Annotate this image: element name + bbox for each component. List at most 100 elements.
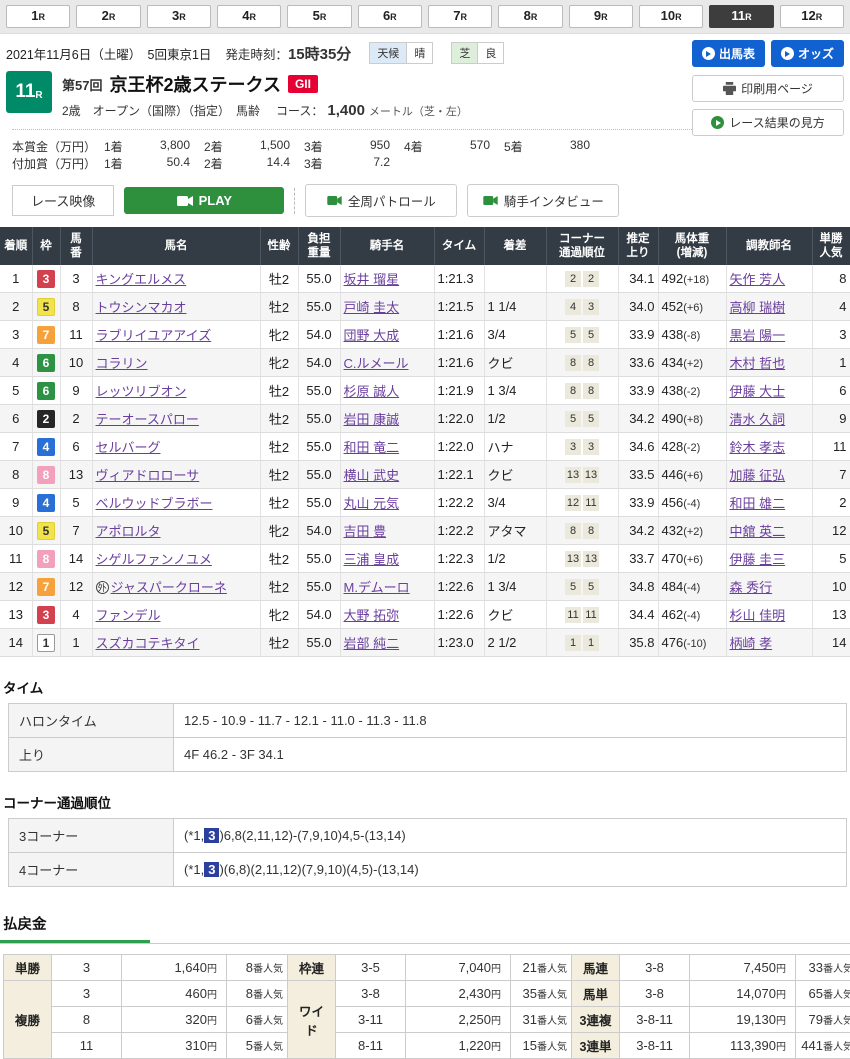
payout-combination: 3-8 <box>620 981 690 1007</box>
margin: クビ <box>484 461 546 489</box>
race-tab-7R[interactable]: 7R <box>428 5 492 28</box>
corner-positions: 11 <box>546 629 618 657</box>
trainer-name-link[interactable]: 和田 雄二 <box>730 496 786 511</box>
horse-name-link[interactable]: コラリン <box>96 356 148 371</box>
frame-badge: 4 <box>37 494 55 512</box>
horse-name-link[interactable]: スズカコテキタイ <box>96 636 200 651</box>
jockey-name-link[interactable]: 岩田 康誠 <box>344 412 400 427</box>
win-popularity: 10 <box>812 573 850 601</box>
corner-positions: 1111 <box>546 601 618 629</box>
horse-name-link[interactable]: ジャスパークローネ <box>111 580 227 595</box>
weight-value: 476 <box>662 635 684 650</box>
jockey-name-link[interactable]: 吉田 豊 <box>344 524 387 539</box>
jockey-name-link[interactable]: 戸崎 圭太 <box>344 300 400 315</box>
horse-name-link[interactable]: アポロルタ <box>96 524 161 539</box>
entry-table-button[interactable]: 出馬表 <box>692 40 765 67</box>
corner-position-badge: 5 <box>565 327 581 343</box>
jockey-name-link[interactable]: C.ルメール <box>344 356 409 371</box>
jockey-name-link[interactable]: 大野 拓弥 <box>344 608 400 623</box>
horse-name-link[interactable]: テーオースパロー <box>96 412 199 427</box>
horse-name-link[interactable]: トウシンマカオ <box>96 300 187 315</box>
race-tab-8R[interactable]: 8R <box>498 5 562 28</box>
results-column-header: 性齢 <box>260 227 298 265</box>
finish-time: 1:21.6 <box>434 349 484 377</box>
horse-name-link[interactable]: キングエルメス <box>96 272 187 287</box>
race-tab-6R[interactable]: 6R <box>358 5 422 28</box>
finish-position: 8 <box>0 461 32 489</box>
trainer-cell: 鈴木 孝志 <box>726 433 812 461</box>
patrol-video-button[interactable]: 全周パトロール <box>305 184 457 217</box>
horse-number: 3 <box>60 265 92 293</box>
trainer-name-link[interactable]: 清水 久詞 <box>730 412 786 427</box>
horse-name-link[interactable]: ファンデル <box>96 608 161 623</box>
win-popularity: 14 <box>812 629 850 657</box>
last-3f: 33.5 <box>618 461 658 489</box>
horse-name-link[interactable]: ヴィアドロローサ <box>96 468 200 483</box>
corner-position-badge: 2 <box>565 271 581 287</box>
popularity-suffix: 番人気 <box>537 1016 567 1027</box>
payout-amount: 2,250円 <box>406 1007 511 1033</box>
payout-popularity: 6番人気 <box>227 1007 288 1033</box>
race-tab-10R[interactable]: 10R <box>639 5 703 28</box>
finish-position: 4 <box>0 349 32 377</box>
time-row: 上り4F 46.2 - 3F 34.1 <box>9 738 847 772</box>
payout-amount: 320円 <box>122 1007 227 1033</box>
jockey-cell: 大野 拓弥 <box>340 601 434 629</box>
trainer-name-link[interactable]: 加藤 征弘 <box>730 468 786 483</box>
jockey-name-link[interactable]: 杉原 誠人 <box>344 384 400 399</box>
popularity-value: 8 <box>246 986 253 1001</box>
race-tab-2R[interactable]: 2R <box>76 5 140 28</box>
results-column-header: 枠 <box>32 227 60 265</box>
jockey-name-link[interactable]: M.デムーロ <box>344 580 410 595</box>
tab-suffix: R <box>816 12 823 22</box>
trainer-name-link[interactable]: 森 秀行 <box>730 580 773 595</box>
trainer-name-link[interactable]: 木村 哲也 <box>730 356 786 371</box>
corner-table: 3コーナー(*1,3)6,8(2,11,12)-(7,9,10)4,5-(13,… <box>8 818 847 887</box>
trainer-name-link[interactable]: 高柳 瑞樹 <box>730 300 786 315</box>
jockey-name-link[interactable]: 団野 大成 <box>344 328 400 343</box>
horse-name-link[interactable]: ラブリイユアアイズ <box>96 328 212 343</box>
play-button[interactable]: PLAY <box>124 187 284 214</box>
trainer-name-link[interactable]: 矢作 芳人 <box>730 272 786 287</box>
print-page-button[interactable]: 印刷用ページ <box>692 75 844 102</box>
horse-weight: 490(+8) <box>658 405 726 433</box>
race-tab-9R[interactable]: 9R <box>569 5 633 28</box>
race-tab-5R[interactable]: 5R <box>287 5 351 28</box>
horse-name-link[interactable]: セルバーグ <box>96 440 161 455</box>
trainer-name-link[interactable]: 鈴木 孝志 <box>730 440 786 455</box>
jockey-cell: 三浦 皇成 <box>340 545 434 573</box>
jockey-name-link[interactable]: 横山 武史 <box>344 468 400 483</box>
jockey-interview-button[interactable]: 騎手インタビュー <box>467 184 619 217</box>
bet-type-label: 3連単 <box>572 1033 620 1059</box>
trainer-name-link[interactable]: 中舘 英二 <box>730 524 786 539</box>
trainer-name-link[interactable]: 伊藤 大士 <box>730 384 786 399</box>
tab-suffix: R <box>179 12 186 22</box>
jockey-name-link[interactable]: 岩部 純二 <box>344 636 400 651</box>
race-tab-12R[interactable]: 12R <box>780 5 844 28</box>
weight-diff: (+6) <box>683 554 703 566</box>
jockey-cell: 戸崎 圭太 <box>340 293 434 321</box>
frame-badge: 4 <box>37 438 55 456</box>
race-tab-4R[interactable]: 4R <box>217 5 281 28</box>
trainer-name-link[interactable]: 杉山 佳明 <box>730 608 786 623</box>
tab-suffix: R <box>250 12 257 22</box>
yen-suffix: 円 <box>207 1042 217 1053</box>
jockey-name-link[interactable]: 丸山 元気 <box>344 496 400 511</box>
odds-button[interactable]: オッズ <box>771 40 844 67</box>
horse-name-link[interactable]: ベルウッドブラボー <box>96 496 213 511</box>
jockey-name-link[interactable]: 三浦 皇成 <box>344 552 400 567</box>
finish-time: 1:21.9 <box>434 377 484 405</box>
jockey-name-link[interactable]: 和田 竜二 <box>344 440 400 455</box>
race-tab-3R[interactable]: 3R <box>147 5 211 28</box>
race-tab-11R[interactable]: 11R <box>709 5 773 28</box>
corner-position-badge: 5 <box>583 327 599 343</box>
jockey-name-link[interactable]: 坂井 瑠星 <box>344 272 400 287</box>
horse-name-link[interactable]: レッツリブオン <box>96 384 187 399</box>
trainer-name-link[interactable]: 黒岩 陽一 <box>730 328 786 343</box>
trainer-name-link[interactable]: 伊藤 圭三 <box>730 552 786 567</box>
race-tab-1R[interactable]: 1R <box>6 5 70 28</box>
tab-number: 4 <box>242 8 249 23</box>
horse-name-link[interactable]: シゲルファンノユメ <box>96 552 212 567</box>
result-guide-button[interactable]: レース結果の見方 <box>692 109 844 136</box>
trainer-name-link[interactable]: 柄崎 孝 <box>730 636 773 651</box>
